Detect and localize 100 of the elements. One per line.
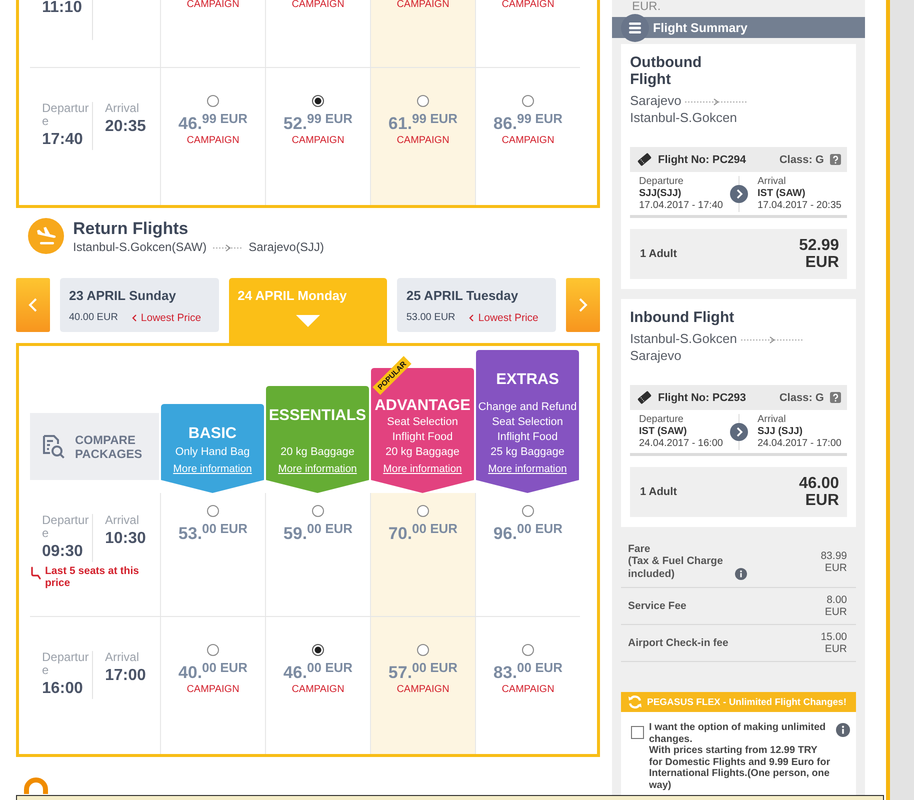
campaign-label: CAMPAIGN [292, 0, 344, 10]
flight-datetime: 17.04.2017 - 20:35 [758, 200, 842, 212]
flight-class: Class: G [779, 154, 824, 166]
campaign-label: CAMPAIGN [502, 684, 554, 695]
fee-label: Fare [628, 543, 650, 555]
airport-code: IST (SAW) [758, 188, 806, 200]
campaign-label: CAMPAIGN [396, 0, 450, 10]
fare-price: 53.$^{00 EUR}$ [178, 523, 248, 545]
landing-plane-icon [28, 218, 64, 254]
package-name: ESSENTIALS [268, 406, 366, 425]
flight-title: Inbound Flight [630, 309, 736, 326]
next-day-button[interactable] [566, 278, 600, 332]
fare-price: 52.$^{99 EUR}$ [283, 113, 353, 135]
fee-label: Airport Check-in fee [628, 637, 728, 649]
summary-title: Flight Summary [653, 21, 748, 35]
arrival-time: 17:00 [105, 666, 146, 686]
package-feature: Change and Refund [478, 400, 577, 415]
menu-icon [621, 14, 649, 42]
tab-date: 23 APRIL Sunday [69, 288, 176, 303]
more-information-link[interactable]: More information [488, 463, 567, 476]
campaign-label: CAMPAIGN [396, 135, 450, 146]
fare-price: 96.$^{00 EUR}$ [493, 523, 563, 545]
departure-time: 09:30 [42, 542, 83, 562]
date-tab[interactable]: 23 APRIL Sunday 40.00 EUR Lowest Price [60, 278, 219, 332]
fare-price: 46.$^{99 EUR}$ [178, 113, 248, 135]
flight-datetime: 24.04.2017 - 17:00 [758, 438, 842, 450]
flight-number: Flight No: PC293 [658, 392, 746, 404]
info-icon[interactable] [836, 723, 850, 737]
info-icon[interactable] [735, 568, 747, 580]
package-feature: Inflight Food [497, 430, 558, 445]
flight-price: 46.00 EUR [798, 475, 839, 509]
compare-packages-button[interactable]: COMPARE PACKAGES [30, 413, 159, 480]
package-feature: Inflight Food [392, 430, 453, 445]
help-icon[interactable] [830, 154, 841, 165]
fare-price: 61.$^{99 EUR}$ [388, 113, 458, 135]
radio-button[interactable] [417, 95, 429, 107]
radio-button[interactable] [522, 95, 534, 107]
radio-button[interactable] [312, 505, 324, 517]
airport-code: IST (SAW) [639, 426, 687, 438]
fare-price: 46.$^{00 EUR}$ [283, 662, 353, 684]
arrival-label: Arrival [758, 414, 786, 426]
tab-date: 24 APRIL Monday [238, 288, 347, 303]
fare-price: 86.$^{99 EUR}$ [493, 113, 563, 135]
package-name: BASIC [188, 424, 237, 443]
price-currency: EUR. [632, 0, 661, 12]
fare-price: 70.$^{00 EUR}$ [388, 523, 458, 545]
fare-price: 83.$^{00 EUR}$ [493, 662, 563, 684]
tab-date: 25 APRIL Tuesday [406, 288, 518, 303]
more-information-link[interactable]: More information [173, 463, 252, 476]
radio-button[interactable] [417, 644, 429, 656]
arrival-label: Arrival [758, 176, 786, 188]
arrival-label: Arrival [105, 102, 140, 115]
package-feature: 25 kg Baggage [490, 445, 564, 460]
flight-number: Flight No: PC294 [658, 154, 746, 166]
flex-option-label: I want the option of making unlimited changes. [649, 722, 827, 745]
more-information-link[interactable]: More information [278, 463, 357, 476]
departure-time: 11:10 [42, 0, 82, 16]
route-to: Sarajevo(SJJ) [248, 240, 324, 255]
campaign-label: CAMPAIGN [186, 0, 240, 10]
radio-button[interactable] [522, 644, 534, 656]
seat-availability-note: Last 5 seats at this price [45, 565, 140, 589]
date-tab[interactable]: 25 APRIL Tuesday 53.00 EUR Lowest Price [397, 278, 556, 332]
package-feature: Seat Selection [492, 415, 563, 430]
campaign-label: CAMPAIGN [502, 135, 554, 146]
triangle-down-icon [296, 315, 320, 327]
departure-label: Departure [639, 414, 684, 426]
radio-button[interactable] [207, 505, 219, 517]
package-feature: Seat Selection [387, 415, 458, 430]
fee-amount: 83.99 EUR [820, 550, 847, 574]
radio-button[interactable] [312, 644, 324, 656]
fee-label: Service Fee [628, 600, 686, 612]
flex-title: PEGASUS FLEX - Unlimited Flight Changes! [647, 696, 847, 708]
departure-time: 16:00 [42, 679, 83, 699]
radio-button[interactable] [417, 505, 429, 517]
flight-class: Class: G [779, 392, 824, 404]
arrow-circle-icon [730, 185, 748, 203]
help-icon[interactable] [830, 392, 841, 403]
package-name: EXTRAS [496, 370, 559, 389]
departure-label: Departure [42, 102, 89, 128]
departure-label: Departure [42, 651, 89, 677]
radio-button[interactable] [207, 95, 219, 107]
route-from: Istanbul-S.Gokcen(SAW) [73, 240, 207, 255]
fare-price: 40.$^{00 EUR}$ [178, 662, 248, 684]
checkbox[interactable] [631, 726, 644, 739]
radio-button[interactable] [207, 644, 219, 656]
route-from: Sarajevo [630, 93, 682, 108]
departure-label: Departure [42, 514, 89, 540]
route-to: Sarajevo [630, 347, 682, 364]
campaign-label: CAMPAIGN [396, 684, 450, 695]
radio-button[interactable] [312, 95, 324, 107]
document-search-icon [41, 434, 65, 460]
chevron-right-icon [578, 297, 588, 313]
flight-price: 52.99 EUR [798, 237, 839, 271]
section-title: Return Flights [73, 219, 188, 239]
flight-title: Outbound Flight [630, 54, 703, 88]
arrival-label: Arrival [105, 651, 140, 664]
more-information-link[interactable]: More information [383, 463, 462, 476]
package-feature: 20 kg Baggage [385, 445, 460, 460]
campaign-label: CAMPAIGN [186, 135, 240, 146]
radio-button[interactable] [522, 505, 534, 517]
